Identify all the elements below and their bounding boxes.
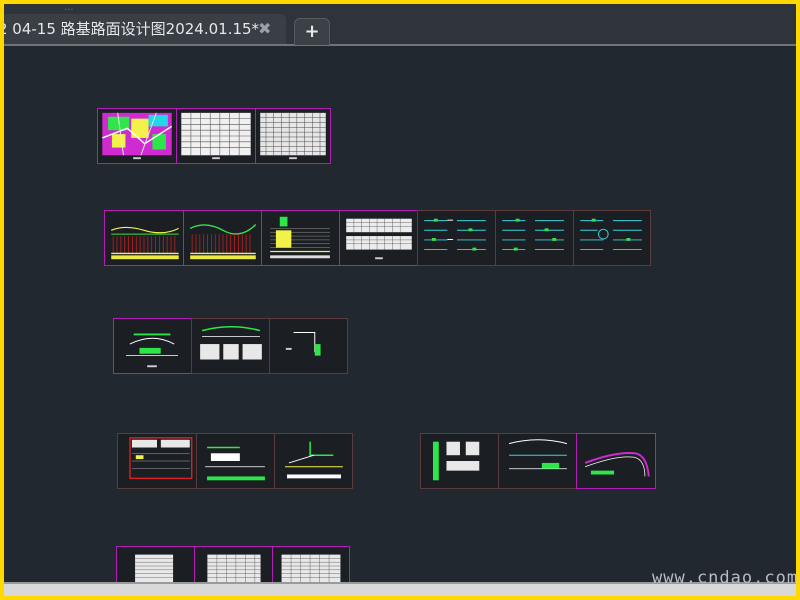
sheet-culvert-detail[interactable] [420, 433, 499, 489]
drawing-canvas[interactable] [4, 46, 796, 586]
sheet-pavement-layers[interactable] [196, 433, 275, 489]
site-watermark: www.cndao.com [652, 568, 799, 588]
sheet-pavement-table[interactable] [117, 433, 197, 489]
sheet-quantity-table-3[interactable] [272, 546, 350, 586]
sheet-table-1[interactable] [176, 108, 256, 164]
sheet-location-map[interactable] [97, 108, 177, 164]
tab-active-document[interactable]: 2 04-15 路基路面设计图2024.01.15* ✖ [4, 14, 286, 44]
sheet-drainage-detail[interactable] [498, 433, 577, 489]
top-faded-text: ... [64, 4, 74, 13]
new-tab-button[interactable]: + [294, 18, 330, 45]
sheet-typical-section[interactable] [113, 318, 192, 374]
sheet-profile-3[interactable] [261, 210, 340, 266]
close-icon[interactable]: ✖ [258, 14, 271, 44]
sheet-quantity-table-2[interactable] [194, 546, 273, 586]
sheet-cross-sections-3[interactable] [573, 210, 651, 266]
cad-window: ... 2 04-15 路基路面设计图2024.01.15* ✖ + [4, 4, 796, 596]
sheet-table-2[interactable] [255, 108, 331, 164]
sheet-cross-sections-1[interactable] [417, 210, 496, 266]
sheet-slope-detail[interactable] [274, 433, 353, 489]
sheet-quantity-table-1[interactable] [116, 546, 195, 586]
sheet-structure-detail[interactable] [269, 318, 348, 374]
sheet-section-details[interactable] [191, 318, 270, 374]
document-tab-bar: ... 2 04-15 路基路面设计图2024.01.15* ✖ + [4, 4, 796, 46]
sheet-profile-2[interactable] [183, 210, 262, 266]
tab-title: 2 04-15 路基路面设计图2024.01.15* [4, 20, 260, 38]
sheet-curve-plan[interactable] [576, 433, 656, 489]
sheet-profile-1[interactable] [104, 210, 184, 266]
sheet-data-tables[interactable] [339, 210, 418, 266]
sheet-cross-sections-2[interactable] [495, 210, 574, 266]
